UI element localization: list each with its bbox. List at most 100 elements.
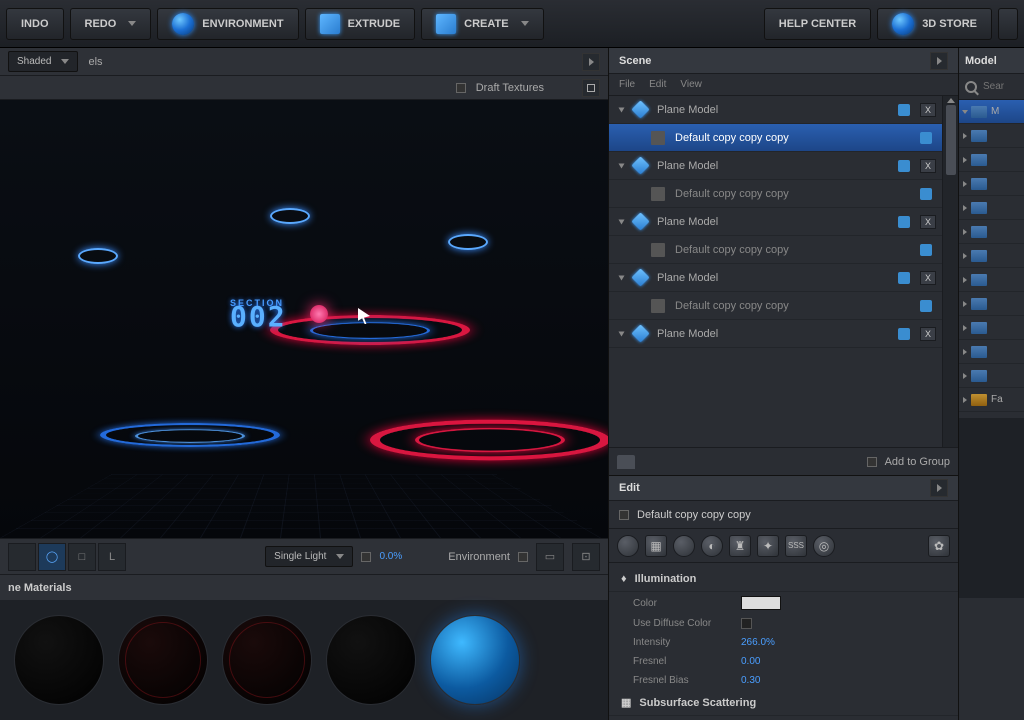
menu-edit[interactable]: Edit bbox=[649, 79, 666, 90]
light-icon[interactable]: ✦ bbox=[757, 535, 779, 557]
scene-node[interactable]: Plane ModelX bbox=[609, 320, 942, 348]
edit-object-name[interactable]: Default copy copy copy bbox=[637, 509, 751, 521]
image-icon[interactable]: ▦ bbox=[645, 535, 667, 557]
visibility-toggle[interactable] bbox=[898, 328, 910, 340]
model-root-node[interactable]: M bbox=[959, 100, 1024, 124]
model-folder[interactable] bbox=[959, 292, 1024, 316]
rotate-tool-button[interactable]: ◯ bbox=[38, 543, 66, 571]
model-search-input[interactable] bbox=[983, 81, 1013, 92]
model-folder[interactable] bbox=[959, 196, 1024, 220]
environment-checkbox[interactable] bbox=[518, 552, 528, 562]
checkbox[interactable] bbox=[619, 510, 629, 520]
scene-node[interactable]: Plane ModelX bbox=[609, 208, 942, 236]
material-swatch[interactable] bbox=[222, 615, 312, 705]
disclosure-icon[interactable] bbox=[619, 331, 625, 336]
visibility-toggle[interactable] bbox=[898, 160, 910, 172]
model-folder[interactable] bbox=[959, 364, 1024, 388]
overflow-button[interactable] bbox=[998, 8, 1018, 40]
light-mode-dropdown[interactable]: Single Light bbox=[265, 546, 353, 567]
redo-button[interactable]: REDO bbox=[70, 8, 152, 40]
scene-node-child[interactable]: Default copy copy copy bbox=[609, 124, 942, 152]
extrude-button[interactable]: EXTRUDE bbox=[305, 8, 416, 40]
material-swatch[interactable] bbox=[326, 615, 416, 705]
model-folder[interactable] bbox=[959, 244, 1024, 268]
visibility-toggle[interactable] bbox=[898, 216, 910, 228]
use-diffuse-checkbox[interactable] bbox=[741, 618, 752, 629]
draft-textures-checkbox[interactable] bbox=[456, 83, 466, 93]
camera-button[interactable]: ▭ bbox=[536, 543, 564, 571]
visibility-toggle[interactable] bbox=[920, 188, 932, 200]
remove-button[interactable]: X bbox=[920, 327, 936, 341]
contrast-icon[interactable]: ◐ bbox=[701, 535, 723, 557]
checkbox[interactable] bbox=[867, 457, 877, 467]
disclosure-icon[interactable] bbox=[963, 133, 967, 139]
disclosure-icon[interactable] bbox=[963, 277, 967, 283]
scene-node-child[interactable]: Default copy copy copy bbox=[609, 180, 942, 208]
labels-toggle[interactable]: els bbox=[88, 56, 102, 68]
subsurface-section-header[interactable]: ▦Subsurface Scattering bbox=[609, 690, 958, 716]
scene-node-child[interactable]: Default copy copy copy bbox=[609, 292, 942, 320]
panel-collapse-button[interactable] bbox=[582, 53, 600, 71]
3d-viewport[interactable]: SECTION 002 bbox=[0, 100, 608, 538]
menu-view[interactable]: View bbox=[680, 79, 702, 90]
settings-icon[interactable]: ✿ bbox=[928, 535, 950, 557]
fullscreen-button[interactable] bbox=[582, 79, 600, 97]
disclosure-icon[interactable] bbox=[963, 205, 967, 211]
illumination-section-header[interactable]: ♦Illumination bbox=[609, 567, 958, 592]
tool-button[interactable]: L bbox=[98, 543, 126, 571]
sss-icon[interactable]: SSS bbox=[785, 535, 807, 557]
visibility-toggle[interactable] bbox=[898, 272, 910, 284]
scene-node[interactable]: Plane ModelX bbox=[609, 264, 942, 292]
disclosure-icon[interactable] bbox=[963, 373, 967, 379]
remove-button[interactable]: X bbox=[920, 103, 936, 117]
model-folder[interactable] bbox=[959, 268, 1024, 292]
disclosure-icon[interactable] bbox=[963, 181, 967, 187]
model-folder[interactable] bbox=[959, 316, 1024, 340]
model-folder[interactable] bbox=[959, 124, 1024, 148]
disclosure-icon[interactable] bbox=[619, 219, 625, 224]
model-folder[interactable] bbox=[959, 148, 1024, 172]
model-favorites[interactable]: Fa bbox=[959, 388, 1024, 412]
color-swatch[interactable] bbox=[741, 596, 781, 610]
material-swatch[interactable] bbox=[14, 615, 104, 705]
visibility-toggle[interactable] bbox=[920, 300, 932, 312]
disclosure-icon[interactable] bbox=[963, 325, 967, 331]
disclosure-icon[interactable] bbox=[963, 253, 967, 259]
material-swatch[interactable] bbox=[118, 615, 208, 705]
ring-icon[interactable]: ◎ bbox=[813, 535, 835, 557]
disclosure-icon[interactable] bbox=[619, 275, 625, 280]
menu-file[interactable]: File bbox=[619, 79, 635, 90]
disclosure-icon[interactable] bbox=[963, 349, 967, 355]
scene-node[interactable]: Plane ModelX bbox=[609, 152, 942, 180]
model-folder[interactable] bbox=[959, 340, 1024, 364]
model-folder[interactable] bbox=[959, 220, 1024, 244]
scene-node-child[interactable]: Default copy copy copy bbox=[609, 236, 942, 264]
shading-mode-dropdown[interactable]: Shaded bbox=[8, 51, 78, 72]
disclosure-icon[interactable] bbox=[619, 107, 625, 112]
store-button[interactable]: 3D STORE bbox=[877, 8, 992, 40]
disclosure-icon[interactable] bbox=[963, 157, 967, 163]
environment-button[interactable]: ENVIRONMENT bbox=[157, 8, 298, 40]
disclosure-icon[interactable] bbox=[963, 397, 967, 403]
model-folder[interactable] bbox=[959, 172, 1024, 196]
help-center-button[interactable]: HELP CENTER bbox=[764, 8, 871, 40]
trophy-icon[interactable]: ♜ bbox=[729, 535, 751, 557]
material-swatch-selected[interactable] bbox=[430, 615, 520, 705]
scene-node[interactable]: Plane ModelX bbox=[609, 96, 942, 124]
panel-collapse-button[interactable] bbox=[930, 52, 948, 70]
undo-button[interactable]: INDO bbox=[6, 8, 64, 40]
scroll-up-icon[interactable] bbox=[947, 98, 955, 103]
visibility-toggle[interactable] bbox=[898, 104, 910, 116]
visibility-toggle[interactable] bbox=[920, 244, 932, 256]
remove-button[interactable]: X bbox=[920, 215, 936, 229]
fresnel-bias-value[interactable]: 0.30 bbox=[741, 675, 760, 686]
fresnel-value[interactable]: 0.00 bbox=[741, 656, 760, 667]
disclosure-icon[interactable] bbox=[963, 301, 967, 307]
light-checkbox[interactable] bbox=[361, 552, 371, 562]
disclosure-icon[interactable] bbox=[963, 229, 967, 235]
material-sphere-icon[interactable] bbox=[617, 535, 639, 557]
tool-button[interactable]: □ bbox=[68, 543, 96, 571]
remove-button[interactable]: X bbox=[920, 271, 936, 285]
intensity-value[interactable]: 266.0% bbox=[741, 637, 775, 648]
screenshot-button[interactable]: ⊡ bbox=[572, 543, 600, 571]
